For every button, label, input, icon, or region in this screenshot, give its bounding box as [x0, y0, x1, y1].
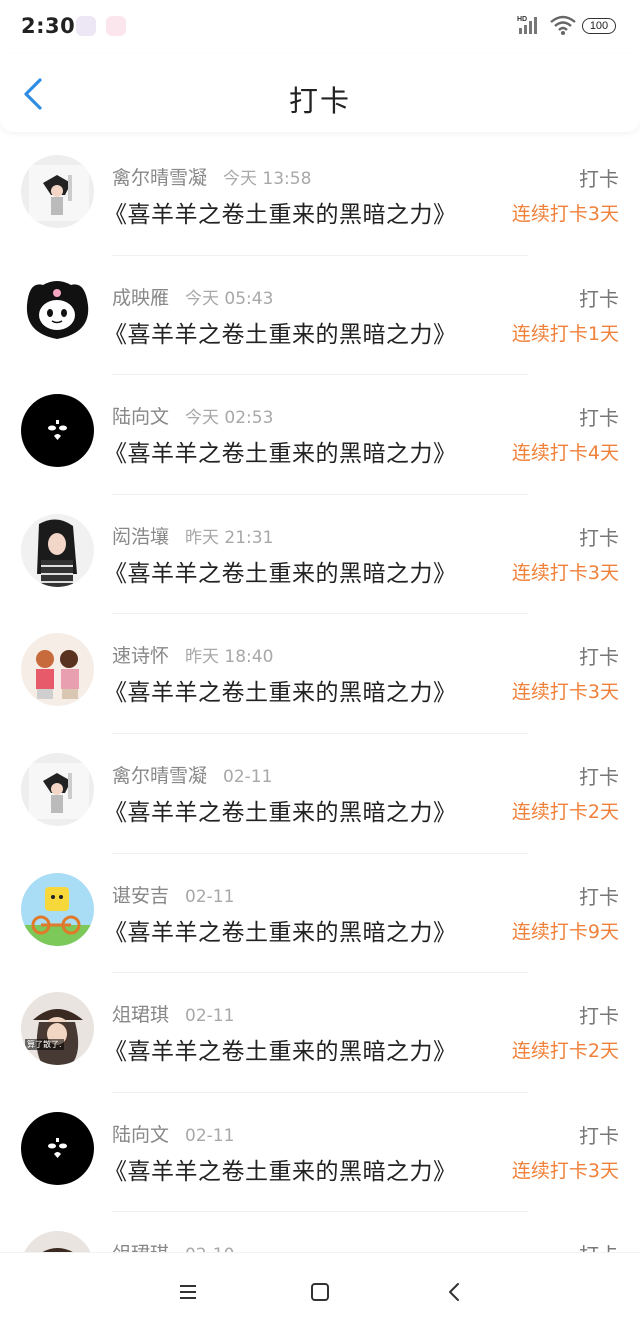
streak-label: 连续打卡2天	[511, 800, 619, 823]
signal-icon: HD	[517, 16, 537, 34]
status-time: 2:30	[21, 14, 76, 38]
item-meta: 谌安吉 02-11	[112, 881, 234, 908]
streak-label: 连续打卡3天	[511, 681, 619, 704]
user-name[interactable]: 禽尔晴雪凝	[112, 765, 207, 787]
action-label: 打卡	[579, 1123, 619, 1148]
avatar[interactable]	[21, 633, 94, 707]
avatar[interactable]	[21, 513, 94, 587]
avatar[interactable]	[21, 274, 94, 348]
item-time: 今天 02:53	[185, 408, 274, 429]
checkin-item[interactable]: 谌安吉 02-11 《喜羊羊之卷土重来的黑暗之力》 打卡连续打卡9天	[0, 854, 640, 974]
streak-label: 连续打卡1天	[511, 322, 619, 345]
notification-app-icon	[76, 16, 96, 36]
action-label: 打卡	[579, 167, 619, 191]
avatar[interactable]	[21, 872, 94, 946]
action-label: 打卡	[579, 1004, 619, 1029]
checkin-item[interactable]: 算了散了. 俎珺琪 02-11 《喜羊羊之卷土重来的黑暗之力》 打卡连续打卡2天	[0, 973, 640, 1093]
item-time: 02-11	[223, 766, 273, 787]
streak-label: 连续打卡3天	[511, 561, 619, 584]
streak-label: 连续打卡3天	[511, 203, 619, 225]
checkin-item[interactable]: 算了散了.俎珺琪02-10《喜羊羊之卷土重来的黑暗之力》打卡连续打卡2天	[0, 1212, 640, 1252]
item-time: 02-10	[185, 1245, 234, 1252]
item-meta: 闳浩壤 昨天 21:31	[112, 522, 273, 549]
streak-label: 连续打卡2天	[511, 1040, 619, 1063]
notification-app-icon	[106, 16, 126, 36]
item-time: 昨天 21:31	[185, 527, 274, 548]
streak-label: 连续打卡3天	[511, 1159, 619, 1182]
action-label: 打卡	[579, 286, 619, 311]
work-title[interactable]: 《喜羊羊之卷土重来的黑暗之力》	[104, 673, 457, 707]
home-icon[interactable]	[307, 1279, 333, 1305]
action-label: 打卡	[579, 525, 619, 550]
item-meta: 禽尔晴雪凝 02-11	[112, 761, 272, 788]
work-title[interactable]: 《喜羊羊之卷土重来的黑暗之力》	[104, 434, 457, 468]
wifi-icon	[550, 15, 576, 35]
work-title[interactable]: 《喜羊羊之卷土重来的黑暗之力》	[104, 793, 457, 827]
checkin-item[interactable]: 闳浩壤 昨天 21:31 《喜羊羊之卷土重来的黑暗之力》 打卡连续打卡3天	[0, 495, 640, 615]
streak-label: 连续打卡9天	[511, 920, 619, 943]
action-label: 打卡	[579, 764, 619, 789]
user-name[interactable]: 俎珺琪	[112, 1004, 169, 1026]
avatar[interactable]: 算了散了.	[21, 992, 94, 1066]
work-title[interactable]: 《喜羊羊之卷土重来的黑暗之力》	[104, 195, 457, 229]
avatar-caption: 算了散了.	[25, 1039, 64, 1051]
work-title[interactable]: 《喜羊羊之卷土重来的黑暗之力》	[104, 913, 457, 947]
work-title[interactable]: 《喜羊羊之卷土重来的黑暗之力》	[104, 554, 457, 588]
avatar[interactable]: 算了散了.	[21, 1231, 94, 1252]
app-header: 打卡	[0, 54, 640, 132]
streak-label: 连续打卡4天	[511, 442, 619, 465]
item-time: 02-11	[185, 1006, 235, 1027]
item-meta: 陆向文 今天 02:53	[112, 402, 273, 429]
item-time: 昨天 18:40	[185, 647, 274, 668]
action-label: 打卡	[579, 884, 619, 909]
item-meta: 陆向文 02-11	[112, 1120, 234, 1147]
svg-text:HD: HD	[517, 16, 527, 23]
user-name[interactable]: 成映雁	[112, 287, 169, 309]
user-name[interactable]: 陆向文	[112, 406, 169, 428]
checkin-item[interactable]: 陆向文 02-11 《喜羊羊之卷土重来的黑暗之力》 打卡连续打卡3天	[0, 1093, 640, 1213]
user-name[interactable]: 禽尔晴雪凝	[112, 167, 207, 189]
item-meta: 成映雁 今天 05:43	[112, 283, 273, 310]
avatar[interactable]	[21, 752, 94, 826]
battery-icon: 100	[582, 18, 616, 34]
checkin-item[interactable]: 禽尔晴雪凝 02-11 《喜羊羊之卷土重来的黑暗之力》 打卡连续打卡2天	[0, 734, 640, 854]
checkin-item[interactable]: 成映雁 今天 05:43 《喜羊羊之卷土重来的黑暗之力》 打卡连续打卡1天	[0, 256, 640, 376]
item-time: 02-11	[185, 1125, 235, 1146]
item-time: 02-11	[185, 886, 235, 907]
avatar[interactable]	[21, 394, 94, 468]
checkin-item[interactable]: 速诗怀 昨天 18:40 《喜羊羊之卷土重来的黑暗之力》 打卡连续打卡3天	[0, 614, 640, 734]
user-name[interactable]: 速诗怀	[112, 645, 169, 667]
status-bar: 2:30 HD 100	[0, 0, 640, 54]
work-title[interactable]: 《喜羊羊之卷土重来的黑暗之力》	[104, 1152, 457, 1186]
menu-icon[interactable]	[175, 1279, 201, 1305]
work-title[interactable]: 《喜羊羊之卷土重来的黑暗之力》	[104, 1032, 457, 1066]
page: 2:30 HD 100 打卡 禽尔晴雪凝 今天 13:58 《喜羊羊之卷土重来的黑暗…	[0, 0, 640, 1330]
action-label: 打卡	[579, 406, 619, 431]
action-label: 打卡	[579, 645, 619, 670]
user-name[interactable]: 陆向文	[112, 1124, 169, 1146]
item-time: 今天 13:58	[223, 169, 312, 189]
page-title: 打卡	[288, 84, 351, 118]
user-name[interactable]: 闳浩壤	[112, 526, 169, 548]
avatar[interactable]	[21, 1111, 94, 1185]
item-meta: 俎珺琪 02-11	[112, 1000, 234, 1027]
item-meta: 速诗怀 昨天 18:40	[112, 641, 273, 668]
avatar[interactable]	[21, 155, 94, 228]
checkin-list: 禽尔晴雪凝 今天 13:58 《喜羊羊之卷土重来的黑暗之力》 打卡 连续打卡3天 成映雁今…	[0, 136, 640, 1252]
item-meta: 俎珺琪 02-10	[112, 1239, 234, 1252]
checkin-item[interactable]: 陆向文 今天 02:53 《喜羊羊之卷土重来的黑暗之力》 打卡连续打卡4天	[0, 375, 640, 495]
back-icon[interactable]	[442, 1279, 468, 1305]
item-time: 今天 05:43	[185, 288, 274, 309]
item-meta: 禽尔晴雪凝 今天 13:58	[112, 163, 311, 190]
user-name[interactable]: 俎珺琪	[112, 1243, 169, 1252]
work-title[interactable]: 《喜羊羊之卷土重来的黑暗之力》	[104, 315, 457, 349]
system-nav-bar	[0, 1252, 640, 1330]
user-name[interactable]: 谌安吉	[112, 885, 169, 907]
checkin-item[interactable]: 禽尔晴雪凝 今天 13:58 《喜羊羊之卷土重来的黑暗之力》 打卡连续打卡3天	[0, 136, 640, 256]
action-label: 打卡	[579, 1239, 619, 1252]
